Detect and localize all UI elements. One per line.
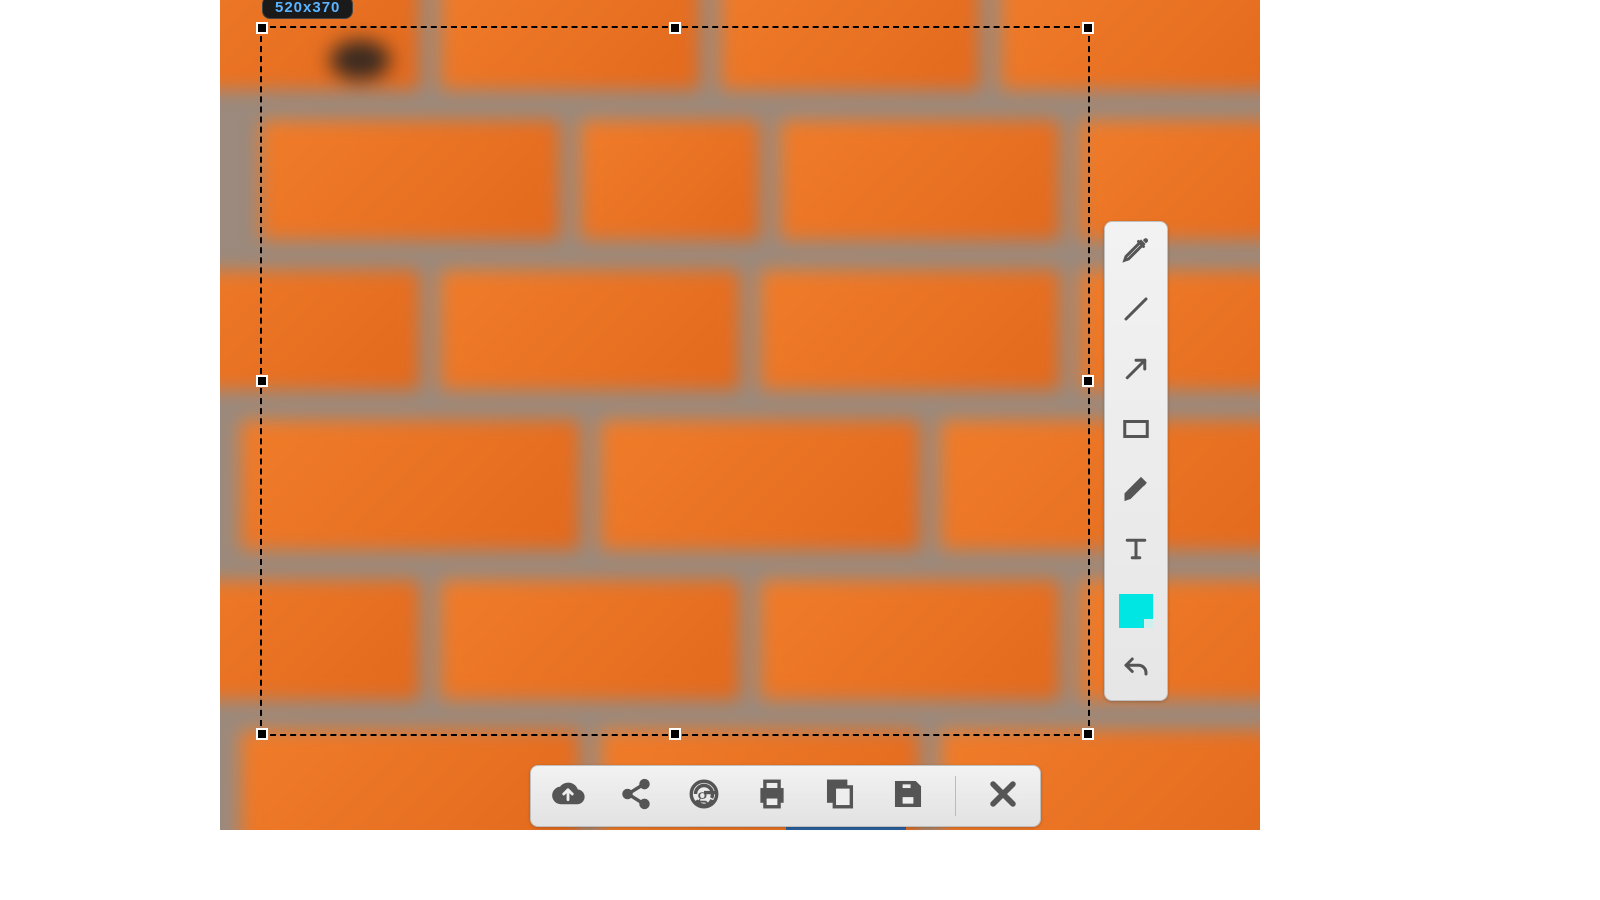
upload-button[interactable]	[547, 775, 589, 817]
marker-tool[interactable]	[1117, 472, 1155, 510]
save-button[interactable]	[887, 775, 929, 817]
selection-rectangle[interactable]	[260, 26, 1090, 736]
copy-button[interactable]	[819, 775, 861, 817]
undo-button[interactable]	[1117, 652, 1155, 690]
resize-handle-tl[interactable]	[256, 22, 268, 34]
cloud-upload-icon	[551, 777, 585, 816]
resize-handle-tm[interactable]	[669, 22, 681, 34]
arrow-icon	[1121, 354, 1151, 389]
pencil-icon	[1121, 234, 1151, 269]
svg-text:g: g	[697, 782, 708, 807]
pencil-tool[interactable]	[1117, 232, 1155, 270]
share-icon	[619, 777, 653, 816]
arrow-tool[interactable]	[1117, 352, 1155, 390]
close-button[interactable]	[982, 775, 1024, 817]
print-icon	[755, 777, 789, 816]
resize-handle-tr[interactable]	[1082, 22, 1094, 34]
google-icon: g	[687, 777, 721, 816]
text-tool[interactable]	[1117, 532, 1155, 570]
resize-handle-br[interactable]	[1082, 728, 1094, 740]
text-icon	[1121, 534, 1151, 569]
marker-icon	[1121, 474, 1151, 509]
resize-handle-mr[interactable]	[1082, 375, 1094, 387]
action-toolbar: g	[530, 765, 1041, 827]
resize-handle-bm[interactable]	[669, 728, 681, 740]
save-icon	[891, 777, 925, 816]
taskbar-hint	[786, 827, 906, 830]
rectangle-tool[interactable]	[1117, 412, 1155, 450]
color-picker[interactable]	[1117, 592, 1155, 630]
undo-icon	[1121, 654, 1151, 689]
line-icon	[1121, 294, 1151, 329]
resize-handle-bl[interactable]	[256, 728, 268, 740]
color-swatch	[1119, 594, 1153, 628]
rectangle-icon	[1121, 414, 1151, 449]
resize-handle-ml[interactable]	[256, 375, 268, 387]
copy-icon	[823, 777, 857, 816]
line-tool[interactable]	[1117, 292, 1155, 330]
google-search-button[interactable]: g	[683, 775, 725, 817]
share-button[interactable]	[615, 775, 657, 817]
close-icon	[986, 777, 1020, 816]
toolbar-divider	[955, 776, 956, 816]
selection-size-badge: 520x370	[262, 0, 353, 19]
print-button[interactable]	[751, 775, 793, 817]
annotation-toolbar	[1104, 221, 1168, 701]
